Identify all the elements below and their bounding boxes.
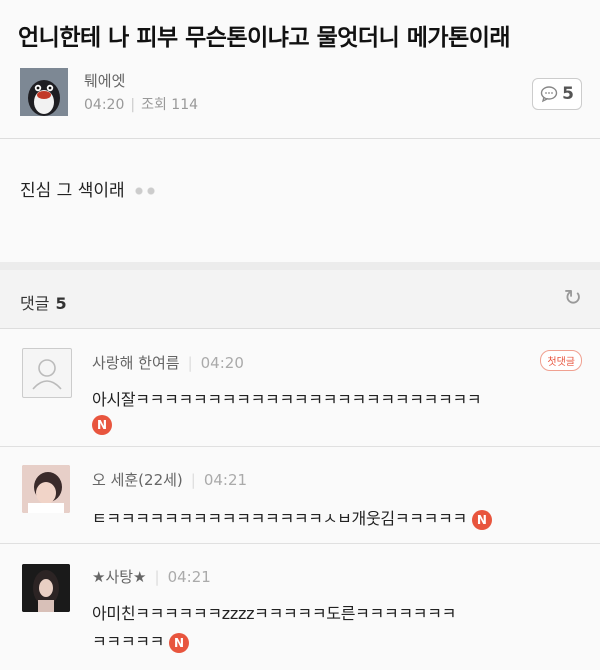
comment-time: 04:21 <box>203 471 248 489</box>
photo-avatar-icon <box>22 564 70 612</box>
comment-avatar[interactable] <box>22 564 70 612</box>
comments-header: 댓글 5 ↻ <box>0 270 600 329</box>
first-comment-badge: 첫댓글 <box>540 350 582 371</box>
default-user-icon <box>32 359 62 390</box>
post-title: 언니한테 나 피부 무슨톤이냐고 물엇더니 메가톤이래 <box>18 25 511 51</box>
meta-divider: | <box>130 97 136 113</box>
comment-text: 아시잘ㅋㅋㅋㅋㅋㅋㅋㅋㅋㅋㅋㅋㅋㅋㅋㅋㅋㅋㅋㅋㅋㅋㅋㅋ <box>92 390 482 409</box>
refresh-icon[interactable]: ↻ <box>564 286 582 311</box>
comment-count: 5 <box>562 84 574 104</box>
name-divider: | <box>187 354 193 372</box>
comment-item: 사랑해 한여름 | 04:20 첫댓글 아시잘ㅋㅋㅋㅋㅋㅋㅋㅋㅋㅋㅋㅋㅋㅋㅋㅋㅋㅋㅋ… <box>0 330 600 447</box>
title-divider <box>0 138 600 139</box>
comment-text: ㅌㅋㅋㅋㅋㅋㅋㅋㅋㅋㅋㅋㅋㅋㅋㅋㅅㅂ개웃김ㅋㅋㅋㅋㅋ N <box>92 505 492 530</box>
comment-text-line2: ㅋㅋㅋㅋㅋ N <box>92 628 189 653</box>
comment-author-name[interactable]: 사랑해 한여름 <box>92 354 180 372</box>
section-gap <box>0 262 600 270</box>
new-badge-icon: N <box>471 509 492 530</box>
name-divider: | <box>154 568 160 586</box>
comments-count: 5 <box>55 294 67 313</box>
new-badge-icon: N <box>168 632 189 653</box>
author-name[interactable]: 퉤에엣 <box>84 70 125 91</box>
comments-label: 댓글 5 <box>20 290 67 314</box>
comment-item: 오 세훈(22세) | 04:21 ㅌㅋㅋㅋㅋㅋㅋㅋㅋㅋㅋㅋㅋㅋㅋㅋㅅㅂ개웃김ㅋㅋㅋ… <box>0 447 600 544</box>
post-body-text: 진심 그 색이래 <box>20 181 125 201</box>
comment-time: 04:20 <box>200 354 244 372</box>
comment-author[interactable]: ★사탕★ | 04:21 <box>92 566 211 587</box>
comment-avatar[interactable] <box>22 348 72 398</box>
comment-text-content: ㅋㅋㅋㅋㅋ <box>92 632 165 651</box>
comment-author-name[interactable]: 오 세훈(22세) <box>92 471 183 489</box>
comment-author[interactable]: 사랑해 한여름 | 04:20 <box>92 352 244 373</box>
post-time: 04:20 <box>84 97 125 113</box>
emoji-icon <box>130 182 161 200</box>
author-row: 퉤에엣 04:20 | 조회 114 5 <box>18 66 588 122</box>
author-avatar[interactable] <box>20 68 68 116</box>
new-badge-icon: N <box>92 414 112 435</box>
comment-author[interactable]: 오 세훈(22세) | 04:21 <box>92 469 247 490</box>
comment-item: ★사탕★ | 04:21 아미친ㅋㅋㅋㅋㅋㅋzzzzㅋㅋㅋㅋㅋ도른ㅋㅋㅋㅋㅋㅋㅋ ㅋ… <box>0 544 600 670</box>
comment-author-name[interactable]: ★사탕★ <box>92 568 147 586</box>
view-count: 조회 114 <box>141 97 199 113</box>
comment-count-button[interactable]: 5 <box>532 78 582 110</box>
comment-text-content: ㅌㅋㅋㅋㅋㅋㅋㅋㅋㅋㅋㅋㅋㅋㅋㅋㅅㅂ개웃김ㅋㅋㅋㅋㅋ <box>92 509 467 528</box>
speech-bubble-icon <box>540 86 558 103</box>
penguin-avatar-icon <box>20 68 68 116</box>
post-body: 진심 그 색이래 <box>20 176 161 201</box>
post-meta: 04:20 | 조회 114 <box>84 94 198 114</box>
photo-avatar-icon <box>22 465 70 513</box>
new-badge-wrapper: N <box>92 414 112 435</box>
name-divider: | <box>190 471 196 489</box>
comment-text-line1: 아미친ㅋㅋㅋㅋㅋㅋzzzzㅋㅋㅋㅋㅋ도른ㅋㅋㅋㅋㅋㅋㅋ <box>92 604 457 623</box>
comments-title: 댓글 <box>20 294 50 313</box>
comment-time: 04:21 <box>167 568 211 586</box>
comment-avatar[interactable] <box>22 465 70 513</box>
